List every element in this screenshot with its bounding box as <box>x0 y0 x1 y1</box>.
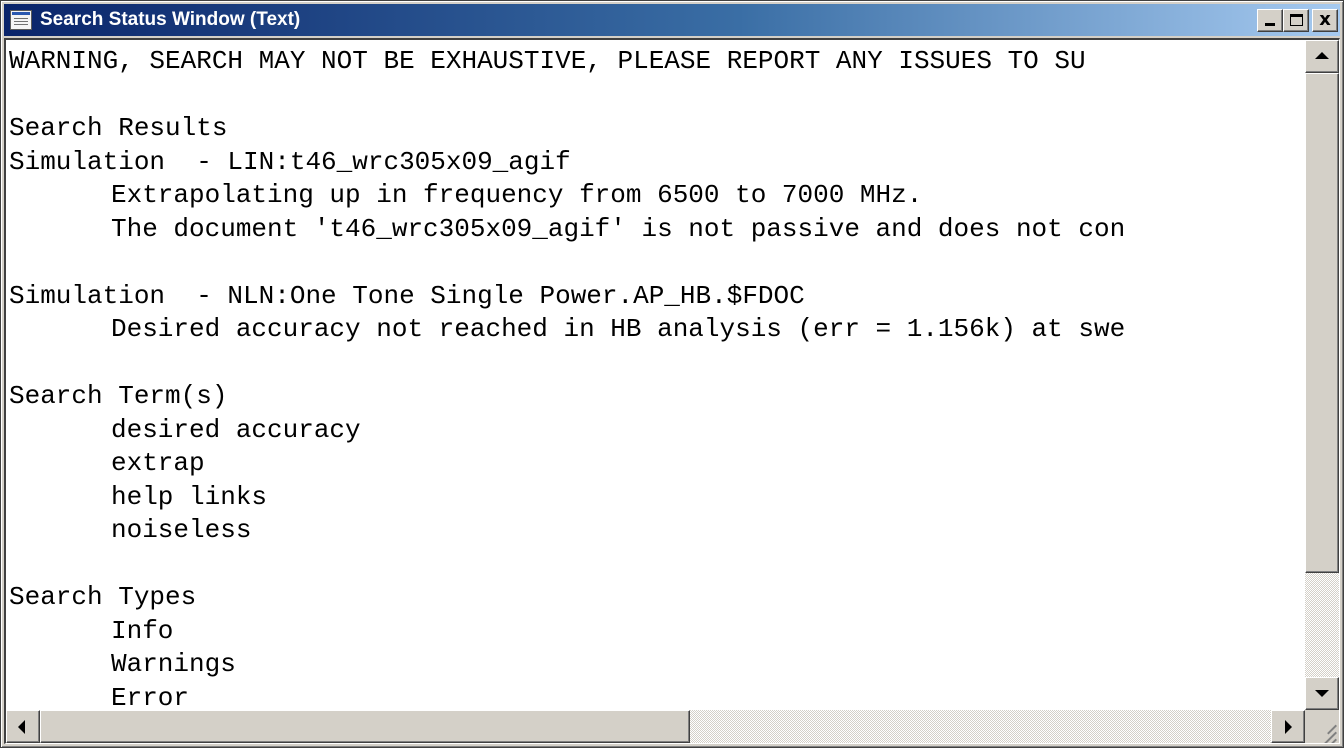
message-line: The document 't46_wrc305x09_agif' is not… <box>111 213 1126 244</box>
search-term-item: noiseless <box>111 515 252 545</box>
arrow-down-icon <box>1315 690 1329 697</box>
arrow-right-icon <box>1285 720 1292 734</box>
resize-grip-icon[interactable] <box>1305 710 1339 743</box>
horizontal-scrollbar[interactable] <box>6 710 1305 743</box>
search-type-item: Warnings <box>111 649 236 679</box>
search-type-item: Info <box>111 615 174 646</box>
search-term-item: extrap <box>111 448 205 478</box>
arrow-up-icon <box>1315 52 1329 59</box>
search-status-window: Search Status Window (Text) x WARNING, S… <box>0 0 1344 748</box>
arrow-left-icon <box>18 720 25 734</box>
title-bar[interactable]: Search Status Window (Text) x <box>4 4 1340 36</box>
search-types-heading: Search Types <box>9 582 197 612</box>
close-button[interactable]: x <box>1312 8 1338 32</box>
search-term-item: desired accuracy <box>111 414 361 445</box>
maximize-button[interactable] <box>1283 8 1309 32</box>
window-title: Search Status Window (Text) <box>40 9 301 30</box>
vertical-scroll-thumb[interactable] <box>1305 73 1339 573</box>
simulation-line: Simulation - NLN:One Tone Single Power.A… <box>9 280 805 311</box>
message-line: Extrapolating up in frequency from 6500 … <box>111 180 923 210</box>
text-window-icon[interactable] <box>10 10 32 30</box>
search-type-item: Error <box>111 682 190 711</box>
scroll-left-button[interactable] <box>6 710 40 743</box>
search-term-item: help links <box>111 481 268 512</box>
simulation-line: Simulation - LIN:t46_wrc305x09_agif <box>9 146 571 177</box>
search-terms-heading: Search Term(s) <box>9 381 228 411</box>
text-client-area: WARNING, SEARCH MAY NOT BE EXHAUSTIVE, P… <box>4 38 1340 744</box>
maximize-icon <box>1290 13 1303 26</box>
horizontal-scroll-thumb[interactable] <box>40 710 690 743</box>
scroll-right-button[interactable] <box>1271 710 1305 743</box>
scroll-up-button[interactable] <box>1305 40 1339 73</box>
minimize-button[interactable] <box>1257 8 1283 32</box>
title-buttons: x <box>1257 8 1338 32</box>
close-icon: x <box>1319 8 1331 30</box>
search-results-heading: Search Results <box>9 113 228 143</box>
warning-line: WARNING, SEARCH MAY NOT BE EXHAUSTIVE, P… <box>9 46 1086 76</box>
status-text[interactable]: WARNING, SEARCH MAY NOT BE EXHAUSTIVE, P… <box>6 40 1305 710</box>
minimize-icon <box>1265 22 1275 26</box>
vertical-scrollbar[interactable] <box>1305 40 1339 710</box>
message-line: Desired accuracy not reached in HB analy… <box>111 314 1126 344</box>
scroll-down-button[interactable] <box>1305 677 1339 710</box>
